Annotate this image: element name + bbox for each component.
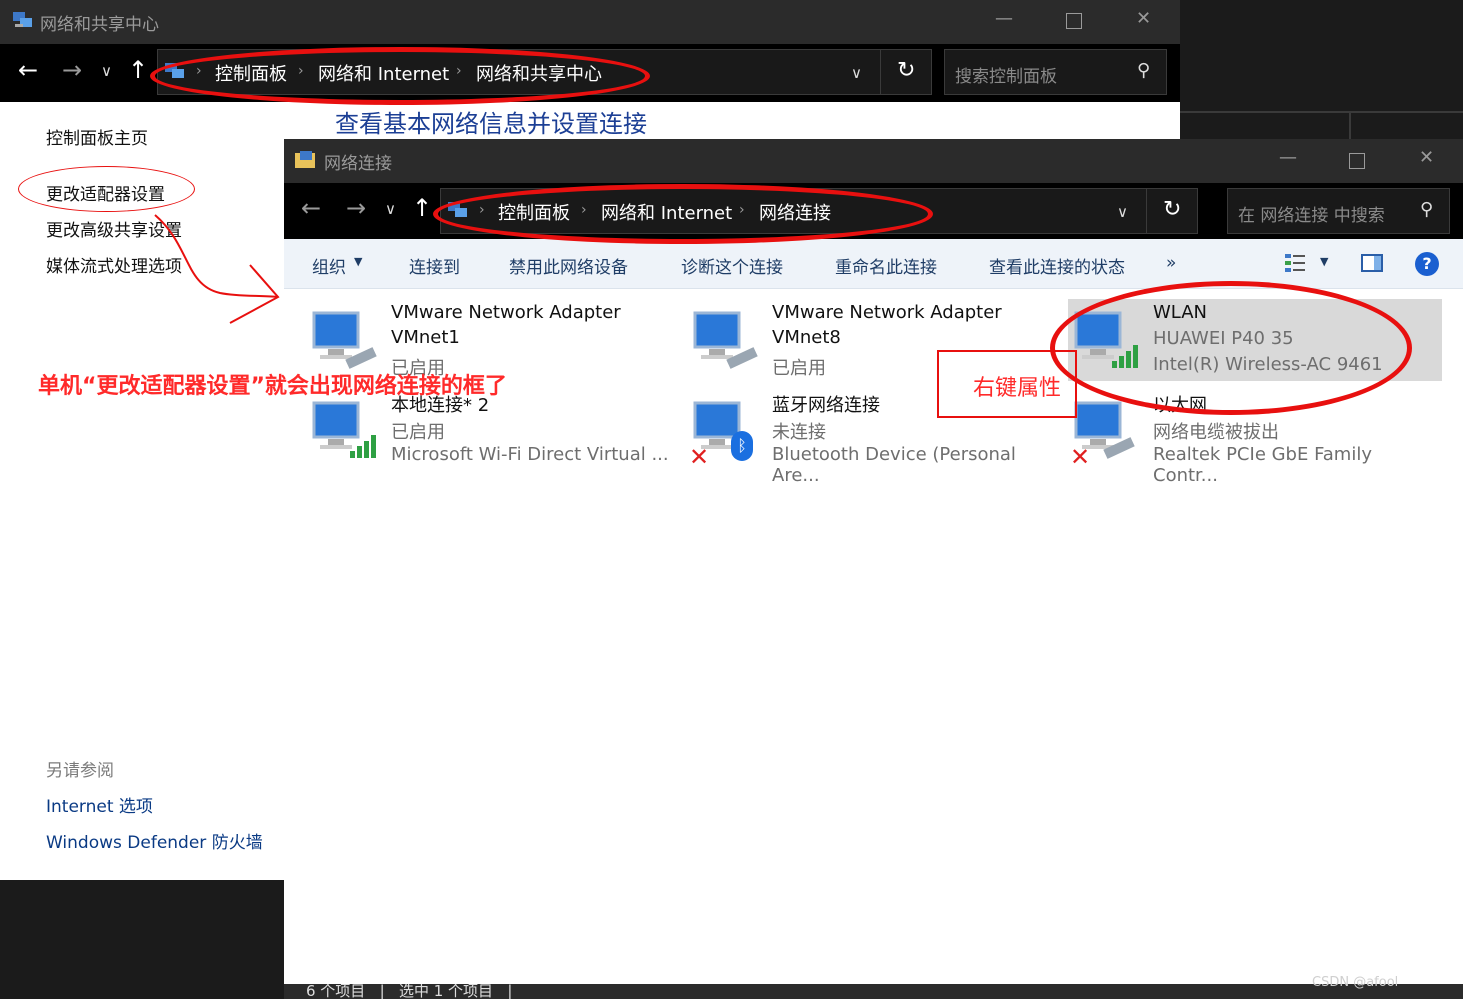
back-search-input[interactable]: 搜索控制面板 ⚲ <box>944 49 1167 95</box>
connection-status: 已启用 <box>391 422 445 443</box>
forward-arrow-icon[interactable]: → <box>346 194 366 222</box>
recent-dropdown-icon[interactable]: ∨ <box>385 200 396 218</box>
connection-name: 蓝牙网络连接 <box>772 395 880 416</box>
status-text: 6 个项目 | 选中 1 个项目 | <box>306 984 513 999</box>
connection-status: 未连接 <box>772 422 826 443</box>
refresh-icon: ↻ <box>1163 197 1182 222</box>
diagnose-button[interactable]: 诊断这个连接 <box>681 253 783 278</box>
back-window-title: 网络和共享中心 <box>40 15 159 35</box>
annotation-box: 右键属性 <box>937 350 1077 418</box>
rename-button[interactable]: 重命名此连接 <box>835 253 937 278</box>
search-icon[interactable]: ⚲ <box>1137 60 1150 81</box>
maximize-icon[interactable] <box>1066 13 1082 29</box>
annotation-ring <box>1050 281 1412 415</box>
status-bar: 6 个项目 | 选中 1 个项目 | <box>284 984 1463 999</box>
background-divider <box>1180 111 1463 113</box>
connection-status: 已启用 <box>772 358 826 379</box>
organize-button[interactable]: 组织 <box>312 253 346 278</box>
bluetooth-icon: ᛒ <box>731 431 753 461</box>
back-arrow-icon[interactable]: ← <box>301 194 321 222</box>
annotation-click-hint: 单机“更改适配器设置”就会出现网络连接的框了 <box>38 374 507 399</box>
connection-name-line2: VMnet1 <box>391 327 460 348</box>
cable-icon <box>1102 433 1136 463</box>
annotation-ring <box>150 47 650 105</box>
cable-icon <box>725 343 759 373</box>
minimize-icon[interactable]: — <box>995 8 1013 29</box>
connection-name: VMware Network Adapter <box>391 302 621 323</box>
annotation-right-click-hint: 右键属性 <box>973 376 1062 401</box>
connection-device: Bluetooth Device (Personal Are... <box>772 444 1016 486</box>
minimize-icon[interactable]: — <box>1279 147 1297 168</box>
command-bar: 组织 ▼ 连接到 禁用此网络设备 诊断这个连接 重命名此连接 查看此连接的状态 … <box>284 239 1463 289</box>
network-folder-icon <box>294 149 318 171</box>
view-status-button[interactable]: 查看此连接的状态 <box>989 253 1125 278</box>
annotation-arrow <box>154 214 280 324</box>
front-window-title: 网络连接 <box>324 154 392 174</box>
connect-to-button[interactable]: 连接到 <box>409 253 460 278</box>
wifi-signal-icon <box>348 433 380 463</box>
refresh-icon: ↻ <box>897 58 916 83</box>
back-arrow-icon[interactable]: ← <box>18 56 38 84</box>
front-title-bar: 网络连接 — ✕ <box>284 139 1463 183</box>
connection-device: Realtek PCIe GbE Family Contr... <box>1153 444 1372 486</box>
connection-name-line2: VMnet8 <box>772 327 841 348</box>
recent-dropdown-icon[interactable]: ∨ <box>101 62 112 80</box>
front-search-input[interactable]: 在 网络连接 中搜索 ⚲ <box>1227 188 1450 234</box>
connection-local-2[interactable]: 本地连接* 2 已启用 Microsoft Wi-Fi Direct Virtu… <box>306 389 676 473</box>
sidebar-item-home[interactable]: 控制面板主页 <box>46 124 148 149</box>
connection-status: 网络电缆被拔出 <box>1153 422 1279 443</box>
view-dropdown-icon[interactable]: ▼ <box>1320 255 1328 268</box>
connection-device: Microsoft Wi-Fi Direct Virtual ... <box>391 444 669 465</box>
up-arrow-icon[interactable]: ↑ <box>128 56 148 84</box>
close-icon[interactable]: ✕ <box>1419 147 1434 168</box>
annotation-ring <box>433 184 933 244</box>
front-search-placeholder: 在 网络连接 中搜索 <box>1238 206 1385 226</box>
disconnected-x-icon: ✕ <box>1070 443 1091 471</box>
change-view-icon[interactable] <box>1284 252 1306 274</box>
connection-name: VMware Network Adapter <box>772 302 1002 323</box>
refresh-button[interactable]: ↻ <box>880 49 932 95</box>
up-arrow-icon[interactable]: ↑ <box>412 194 432 222</box>
disable-device-button[interactable]: 禁用此网络设备 <box>509 253 628 278</box>
disconnected-x-icon: ✕ <box>689 443 710 471</box>
background-divider <box>1349 113 1351 139</box>
see-also-title: 另请参阅 <box>46 761 114 781</box>
preview-pane-icon[interactable] <box>1361 254 1383 272</box>
address-dropdown-icon[interactable]: ∨ <box>851 64 862 82</box>
address-dropdown-icon[interactable]: ∨ <box>1117 203 1128 221</box>
help-icon[interactable]: ? <box>1415 252 1439 276</box>
watermark: CSDN @afool <box>1312 975 1399 990</box>
network-connections-window: 网络连接 — ✕ ← → ∨ ↑ › 控制面板 › 网络和 Internet ›… <box>284 139 1463 999</box>
maximize-icon[interactable] <box>1349 153 1365 169</box>
see-also-firewall[interactable]: Windows Defender 防火墙 <box>46 828 263 853</box>
more-commands-button[interactable]: » <box>1166 253 1176 273</box>
page-heading: 查看基本网络信息并设置连接 <box>335 110 647 138</box>
search-icon[interactable]: ⚲ <box>1420 199 1433 220</box>
network-center-icon <box>12 10 34 30</box>
back-title-bar: 网络和共享中心 — ✕ <box>0 0 1180 44</box>
refresh-button[interactable]: ↻ <box>1146 188 1198 234</box>
forward-arrow-icon[interactable]: → <box>62 56 82 84</box>
back-search-placeholder: 搜索控制面板 <box>955 67 1057 87</box>
close-icon[interactable]: ✕ <box>1136 8 1151 29</box>
see-also-internet-options[interactable]: Internet 选项 <box>46 792 153 817</box>
organize-dropdown-icon[interactable]: ▼ <box>354 255 362 268</box>
